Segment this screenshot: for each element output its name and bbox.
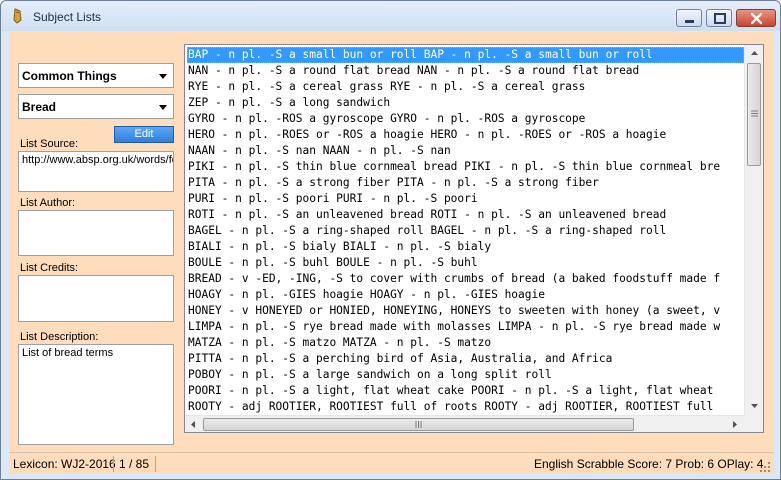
- resize-grip-icon[interactable]: [759, 461, 771, 473]
- list-item[interactable]: ZEP - n pl. -S a long sandwich: [187, 95, 744, 111]
- chevron-down-icon: [159, 74, 167, 79]
- list-author-field[interactable]: [18, 210, 174, 256]
- scroll-left-icon[interactable]: [185, 416, 202, 433]
- list-item[interactable]: GYRO - n pl. -ROS a gyroscope GYRO - n p…: [187, 111, 744, 127]
- list-item[interactable]: HONEY - v HONEYED or HONIED, HONEYING, H…: [187, 303, 744, 319]
- list-item[interactable]: BAP - n pl. -S a small bun or roll BAP -…: [187, 47, 744, 63]
- horizontal-scrollbar[interactable]: [185, 415, 744, 432]
- list-credits-field[interactable]: [18, 275, 174, 322]
- app-icon: [11, 8, 25, 24]
- list-item[interactable]: RYE - n pl. -S a cereal grass RYE - n pl…: [187, 79, 744, 95]
- client-area: Common Things Bread List Source: Edit ht…: [9, 32, 774, 451]
- scroll-right-icon[interactable]: [726, 416, 743, 433]
- status-bar: Lexicon: WJ2-2016 1 / 85 English Scrabbl…: [9, 452, 774, 474]
- status-position: 1 / 85: [119, 457, 150, 471]
- maximize-button[interactable]: [706, 9, 732, 27]
- word-list-rows: BAP - n pl. -S a small bun or roll BAP -…: [187, 47, 744, 415]
- chevron-down-icon: [159, 105, 167, 110]
- list-item[interactable]: ROTI - n pl. -S an unleavened bread ROTI…: [187, 207, 744, 223]
- status-lexicon: Lexicon: WJ2-2016: [13, 457, 116, 471]
- list-item[interactable]: POBOY - n pl. -S a large sandwich on a l…: [187, 367, 744, 383]
- subject-lists-window: Subject Lists Common Things Bread List S…: [0, 0, 781, 480]
- maximize-icon: [714, 13, 726, 24]
- category-select[interactable]: Common Things: [18, 63, 174, 88]
- window-title: Subject Lists: [33, 10, 102, 24]
- vertical-scrollbar[interactable]: [744, 45, 763, 415]
- word-list[interactable]: BAP - n pl. -S a small bun or roll BAP -…: [184, 44, 764, 433]
- list-item[interactable]: BREAD - v -ED, -ING, -S to cover with cr…: [187, 271, 744, 287]
- subject-select[interactable]: Bread: [18, 94, 174, 119]
- minimize-icon: [685, 20, 694, 23]
- list-item[interactable]: BIALI - n pl. -S bialy BIALI - n pl. -S …: [187, 239, 744, 255]
- minimize-button[interactable]: [676, 9, 702, 27]
- list-item[interactable]: BAGEL - n pl. -S a ring-shaped roll BAGE…: [187, 223, 744, 239]
- list-source-label: List Source:: [20, 138, 79, 150]
- status-score: English Scrabble Score: 7 Prob: 6 OPlay:…: [534, 457, 764, 471]
- scroll-up-icon[interactable]: [746, 45, 763, 62]
- list-item[interactable]: LIMPA - n pl. -S rye bread made with mol…: [187, 319, 744, 335]
- list-source-field[interactable]: http://www.absp.org.uk/words/foodbread.s…: [18, 151, 174, 192]
- list-item[interactable]: ROOTY - adj ROOTIER, ROOTIEST full of ro…: [187, 399, 744, 415]
- list-item[interactable]: HOAGY - n pl. -GIES hoagie HOAGY - n pl.…: [187, 287, 744, 303]
- list-item[interactable]: NAAN - n pl. -S nan NAAN - n pl. -S nan: [187, 143, 744, 159]
- scroll-corner: [744, 415, 763, 432]
- list-item[interactable]: PITTA - n pl. -S a perching bird of Asia…: [187, 351, 744, 367]
- close-icon: [750, 12, 763, 25]
- edit-button[interactable]: Edit: [114, 126, 174, 143]
- list-author-label: List Author:: [20, 197, 76, 209]
- list-item[interactable]: MATZA - n pl. -S matzo MATZA - n pl. -S …: [187, 335, 744, 351]
- list-item[interactable]: BOULE - n pl. -S buhl BOULE - n pl. -S b…: [187, 255, 744, 271]
- list-item[interactable]: PURI - n pl. -S poori PURI - n pl. -S po…: [187, 191, 744, 207]
- list-item[interactable]: PITA - n pl. -S a strong fiber PITA - n …: [187, 175, 744, 191]
- list-item[interactable]: POORI - n pl. -S a light, flat wheat cak…: [187, 383, 744, 399]
- grip-icon: [751, 110, 758, 117]
- vertical-scroll-thumb[interactable]: [747, 63, 761, 166]
- list-description-label: List Description:: [20, 331, 99, 343]
- title-bar[interactable]: Subject Lists: [1, 1, 780, 31]
- close-button[interactable]: [736, 9, 776, 27]
- horizontal-scroll-thumb[interactable]: [203, 418, 634, 431]
- list-item[interactable]: NAN - n pl. -S a round flat bread NAN - …: [187, 63, 744, 79]
- list-item[interactable]: PIKI - n pl. -S thin blue cornmeal bread…: [187, 159, 744, 175]
- status-separator: [155, 456, 156, 472]
- scroll-down-icon[interactable]: [746, 397, 763, 414]
- status-separator: [113, 456, 114, 472]
- grip-icon: [415, 421, 422, 428]
- list-credits-label: List Credits:: [20, 262, 79, 274]
- subject-select-value: Bread: [22, 100, 57, 114]
- list-item[interactable]: HERO - n pl. -ROES or -ROS a hoagie HERO…: [187, 127, 744, 143]
- category-select-value: Common Things: [22, 69, 117, 83]
- list-description-field[interactable]: List of bread terms: [18, 344, 174, 445]
